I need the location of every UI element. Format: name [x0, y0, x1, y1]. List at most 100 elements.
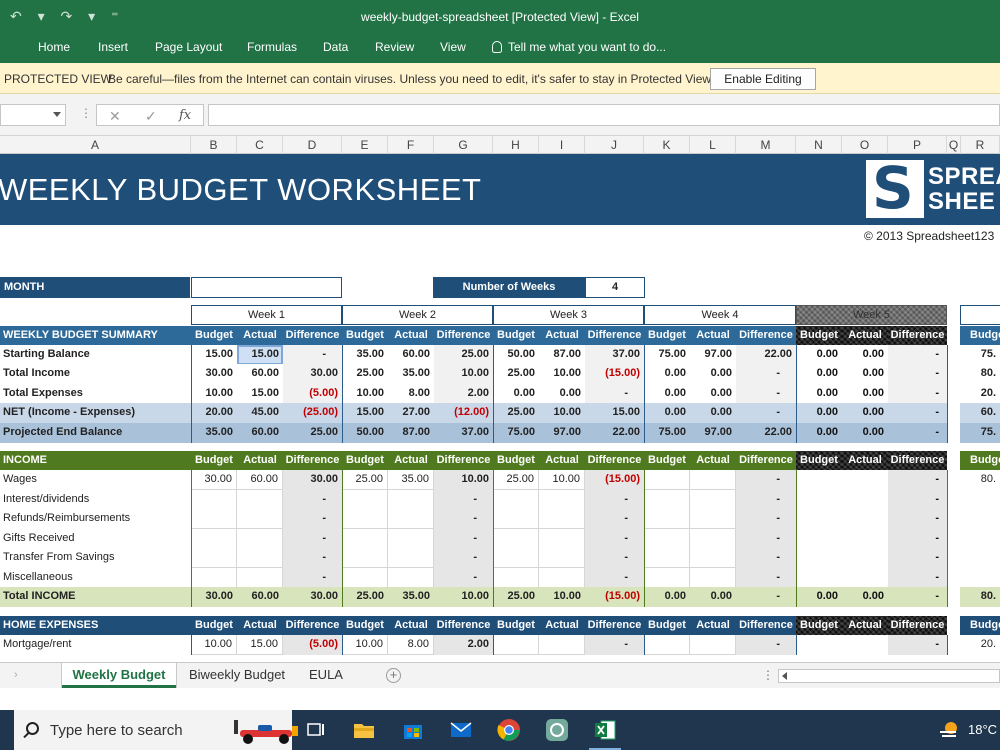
data-cell[interactable] [796, 489, 842, 510]
data-cell[interactable]: 0.00 [644, 364, 690, 384]
data-cell[interactable] [644, 509, 690, 529]
sheet-tab-eula[interactable]: EULA [298, 663, 354, 688]
data-cell[interactable] [388, 528, 434, 549]
data-cell[interactable]: 0.00 [690, 403, 736, 423]
data-cell[interactable]: 35.00 [388, 364, 434, 384]
data-cell[interactable]: 25.00 [493, 364, 539, 384]
data-cell[interactable] [796, 528, 842, 549]
data-cell[interactable] [493, 528, 539, 549]
column-header-o[interactable]: O [842, 136, 888, 154]
data-cell[interactable]: 25.00 [342, 587, 388, 607]
tab-home[interactable]: Home [38, 40, 70, 54]
scroll-left-icon[interactable] [782, 672, 787, 680]
data-cell[interactable]: 97.00 [690, 423, 736, 443]
tab-data[interactable]: Data [323, 40, 348, 54]
data-cell[interactable]: 0.00 [644, 384, 690, 404]
formula-input[interactable] [208, 104, 1000, 126]
column-header-e[interactable]: E [342, 136, 388, 154]
data-cell[interactable] [342, 567, 388, 588]
name-box[interactable] [0, 104, 66, 126]
data-cell[interactable] [191, 489, 237, 510]
data-cell[interactable]: 0.00 [842, 345, 888, 365]
data-cell[interactable]: 30.00 [191, 470, 237, 490]
taskbar-search[interactable]: Type here to search [14, 710, 298, 750]
data-cell[interactable]: 75.00 [644, 345, 690, 365]
data-cell[interactable]: 0.00 [842, 384, 888, 404]
month-input[interactable] [191, 277, 342, 298]
data-cell[interactable] [237, 528, 283, 549]
column-header-i[interactable]: I [539, 136, 585, 154]
data-cell[interactable]: 10.00 [342, 635, 388, 655]
data-cell[interactable] [539, 489, 585, 510]
data-cell[interactable]: 75.00 [644, 423, 690, 443]
data-cell[interactable]: 0.00 [796, 587, 842, 607]
data-cell[interactable] [644, 635, 690, 655]
data-cell[interactable] [493, 635, 539, 655]
data-cell[interactable]: 10.00 [539, 403, 585, 423]
data-cell[interactable]: 10.00 [539, 470, 585, 490]
data-cell[interactable] [796, 548, 842, 568]
data-cell[interactable] [539, 567, 585, 588]
data-cell[interactable] [842, 635, 888, 655]
data-cell[interactable]: 8.00 [388, 384, 434, 404]
data-cell[interactable] [237, 548, 283, 568]
column-header-q[interactable]: Q [947, 136, 961, 154]
data-cell[interactable]: 25.00 [493, 403, 539, 423]
data-cell[interactable]: 27.00 [388, 403, 434, 423]
tab-insert[interactable]: Insert [98, 40, 128, 54]
data-cell[interactable]: 45.00 [237, 403, 283, 423]
data-cell[interactable]: 10.00 [539, 364, 585, 384]
file-explorer-icon[interactable] [352, 718, 376, 742]
data-cell[interactable]: 0.00 [796, 403, 842, 423]
data-cell[interactable] [342, 489, 388, 510]
data-cell[interactable]: 25.00 [342, 364, 388, 384]
data-cell[interactable]: 0.00 [690, 384, 736, 404]
data-cell[interactable] [690, 528, 736, 549]
sheet-tab-biweekly-budget[interactable]: Biweekly Budget [178, 663, 296, 688]
data-cell[interactable]: 15.00 [191, 345, 237, 365]
data-cell[interactable]: 87.00 [539, 345, 585, 365]
chrome-icon[interactable] [497, 718, 521, 742]
column-header-g[interactable]: G [434, 136, 493, 154]
data-cell[interactable]: 50.00 [493, 345, 539, 365]
data-cell[interactable]: 0.00 [690, 587, 736, 607]
sheet-tab-weekly-budget[interactable]: Weekly Budget [62, 663, 176, 688]
data-cell[interactable] [690, 567, 736, 588]
tab-view[interactable]: View [440, 40, 466, 54]
tab-review[interactable]: Review [375, 40, 414, 54]
data-cell[interactable] [191, 548, 237, 568]
data-cell[interactable] [493, 548, 539, 568]
tab-page-layout[interactable]: Page Layout [155, 40, 222, 54]
data-cell[interactable] [539, 635, 585, 655]
column-header-n[interactable]: N [796, 136, 842, 154]
data-cell[interactable]: 0.00 [644, 403, 690, 423]
column-header-c[interactable]: C [237, 136, 283, 154]
data-cell[interactable]: 0.00 [796, 345, 842, 365]
mail-icon[interactable] [449, 718, 473, 742]
data-cell[interactable] [796, 509, 842, 529]
column-header-b[interactable]: B [191, 136, 237, 154]
tab-formulas[interactable]: Formulas [247, 40, 297, 54]
data-cell[interactable] [388, 548, 434, 568]
data-cell[interactable]: 35.00 [342, 345, 388, 365]
column-header-d[interactable]: D [283, 136, 342, 154]
data-cell[interactable] [191, 567, 237, 588]
chevron-down-icon[interactable] [53, 112, 61, 117]
data-cell[interactable]: 25.00 [493, 587, 539, 607]
data-cell[interactable] [342, 509, 388, 529]
data-cell[interactable] [388, 567, 434, 588]
data-cell[interactable]: 60.00 [237, 587, 283, 607]
worksheet-grid[interactable]: WEEKLY BUDGET WORKSHEET S SPREA SHEE © 2… [0, 154, 1000, 662]
number-of-weeks-value[interactable]: 4 [585, 277, 645, 298]
data-cell[interactable] [493, 489, 539, 510]
data-cell[interactable]: 15.00 [237, 345, 283, 365]
column-header-j[interactable]: J [585, 136, 644, 154]
data-cell[interactable]: 10.00 [342, 384, 388, 404]
data-cell[interactable]: 30.00 [191, 364, 237, 384]
insert-function-icon[interactable]: fx [179, 108, 191, 123]
data-cell[interactable]: 0.00 [690, 364, 736, 384]
data-cell[interactable] [539, 528, 585, 549]
task-view-icon[interactable] [304, 718, 328, 742]
data-cell[interactable]: 15.00 [237, 384, 283, 404]
data-cell[interactable]: 60.00 [388, 345, 434, 365]
